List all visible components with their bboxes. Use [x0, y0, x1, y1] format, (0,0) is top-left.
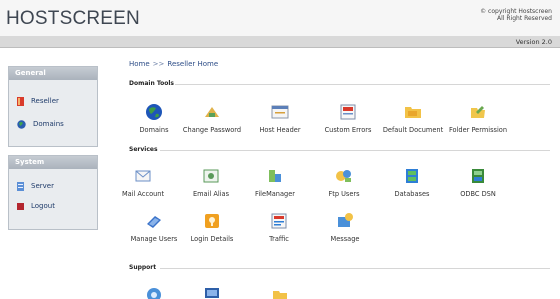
breadcrumb-separator: >>	[152, 60, 165, 68]
tool-label: ODBC DSN	[460, 190, 496, 198]
tool-label: Message	[330, 235, 360, 243]
copyright-text: © copyright Hostscreen All Right Reserve…	[480, 8, 552, 22]
sidebar-item-label: Domains	[33, 120, 64, 128]
traffic-icon	[271, 213, 287, 229]
sidebar-item-label: Logout	[31, 202, 55, 210]
sidebar-panel-general: General Reseller Domains	[8, 66, 98, 147]
support-monitor-icon	[205, 288, 219, 298]
version-bar: Version 2.0	[0, 36, 560, 48]
breadcrumb-current: Reseller Home	[167, 60, 219, 68]
panel-title-general: General	[9, 67, 97, 80]
mail-account-icon	[135, 170, 151, 182]
tool-odbc-dsn[interactable]: ODBC DSN	[435, 167, 521, 211]
key-icon	[205, 107, 219, 117]
tool-folder-permission[interactable]: Folder Permission	[435, 103, 521, 147]
logout-icon	[17, 202, 24, 210]
login-details-icon	[205, 214, 219, 228]
host-header-icon	[271, 105, 289, 119]
section-title-support: Support	[129, 264, 157, 271]
top-header: HOSTSCREEN © copyright Hostscreen All Ri…	[0, 0, 560, 36]
version-label: Version 2.0	[515, 38, 552, 46]
folder-permission-icon	[471, 106, 485, 118]
section-divider	[160, 268, 550, 269]
globe-icon	[146, 104, 162, 120]
tool-label: Folder Permission	[448, 126, 508, 134]
section-divider	[160, 150, 550, 151]
tool-message[interactable]: Message	[302, 212, 388, 256]
default-document-icon	[405, 107, 421, 118]
breadcrumb: Home >> Reseller Home	[129, 60, 218, 68]
sidebar-item-logout[interactable]: Logout	[17, 200, 55, 212]
message-icon	[338, 213, 353, 227]
support-folder-icon	[273, 291, 287, 299]
section-title-domain-tools: Domain Tools	[129, 80, 174, 87]
tool-support-3[interactable]	[237, 286, 323, 299]
file-manager-icon	[269, 170, 281, 182]
copyright-line-1: © copyright Hostscreen	[480, 8, 552, 15]
custom-errors-icon	[340, 104, 356, 120]
sidebar-item-label: Server	[31, 182, 54, 190]
manage-users-icon	[147, 216, 161, 228]
breadcrumb-home[interactable]: Home	[129, 60, 150, 68]
database-icon	[406, 169, 418, 183]
domains-icon	[17, 119, 26, 129]
sidebar-panel-system: System Server Logout	[8, 155, 98, 230]
copyright-line-2: All Right Reserved	[497, 15, 552, 22]
section-title-services: Services	[129, 146, 158, 153]
email-alias-icon	[203, 169, 219, 183]
ftp-users-icon	[336, 170, 351, 182]
panel-title-system: System	[9, 156, 97, 169]
odbc-icon	[472, 169, 484, 183]
sidebar-item-server[interactable]: Server	[17, 180, 54, 192]
sidebar-item-reseller[interactable]: Reseller	[17, 95, 59, 107]
site-logo: HOSTSCREEN	[6, 8, 140, 29]
sidebar-item-domains[interactable]: Domains	[17, 118, 64, 130]
reseller-icon	[17, 96, 24, 106]
section-divider	[175, 84, 550, 85]
sidebar-item-label: Reseller	[31, 97, 59, 105]
support-gear-icon	[147, 288, 161, 299]
server-icon	[17, 181, 24, 191]
